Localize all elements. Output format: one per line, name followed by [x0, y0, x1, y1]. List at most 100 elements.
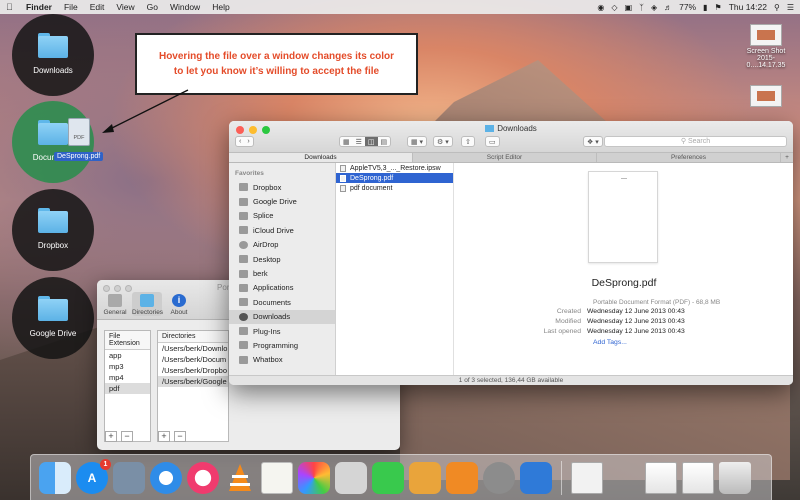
notification-center-icon[interactable]: ☰: [787, 3, 794, 12]
list-view-button[interactable]: ☰: [353, 138, 365, 146]
sidebar-item-icloud-drive[interactable]: iCloud Drive: [229, 223, 335, 237]
screenshot-stack-dock-icon[interactable]: [645, 461, 677, 494]
sidebar-item-downloads[interactable]: Downloads: [229, 309, 335, 324]
tab-downloads[interactable]: Downloads: [229, 153, 413, 162]
tab-about[interactable]: i About: [164, 292, 194, 316]
add-directory-button[interactable]: +: [158, 431, 170, 442]
applications-stack-dock-icon[interactable]: [608, 462, 640, 494]
itunes-dock-icon[interactable]: [187, 461, 219, 494]
icon-view-button[interactable]: ▦: [340, 138, 353, 146]
app-store-dock-icon[interactable]: A1: [76, 458, 111, 494]
list-item[interactable]: /Users/berk/Docum: [158, 354, 228, 365]
sidebar-item-desktop[interactable]: Desktop: [229, 252, 335, 266]
tab-general[interactable]: General: [100, 292, 130, 316]
list-item[interactable]: mp4: [105, 372, 150, 383]
add-tags-link[interactable]: Add Tags...: [593, 339, 627, 346]
photos-dock-icon[interactable]: [298, 461, 330, 494]
display-icon[interactable]: ▣: [625, 3, 633, 12]
sidebar-item-applications[interactable]: Applications: [229, 281, 335, 295]
downloads-stack-dock-icon[interactable]: [682, 461, 714, 494]
tab-directories[interactable]: Directories: [132, 292, 163, 316]
script-editor-dock-icon[interactable]: [335, 461, 367, 494]
menu-app-name[interactable]: Finder: [26, 2, 52, 12]
close-button[interactable]: [103, 285, 110, 292]
sidebar-item-dropbox[interactable]: Dropbox: [229, 180, 335, 194]
record-icon[interactable]: ◉: [597, 3, 604, 12]
bluetooth-icon[interactable]: ᛉ: [639, 3, 644, 12]
pages-dock-icon[interactable]: [409, 461, 441, 494]
share-button[interactable]: ⇧: [461, 136, 475, 147]
system-preferences-dock-icon[interactable]: [483, 461, 515, 494]
sidebar-item-plug-ins[interactable]: Plug-Ins: [229, 324, 335, 338]
drop-target-label: Dropbox: [37, 240, 69, 250]
tab-preferences[interactable]: Preferences: [597, 153, 781, 162]
dragged-pdf-icon[interactable]: PDF: [68, 118, 90, 146]
battery-percent[interactable]: 77%: [679, 2, 696, 12]
file-row[interactable]: pdf document: [336, 183, 453, 193]
spotlight-icon[interactable]: ⚲: [774, 3, 780, 12]
volume-icon[interactable]: ♬: [664, 3, 672, 12]
cover-flow-button[interactable]: ▤: [378, 138, 391, 146]
wifi-icon[interactable]: ◈: [651, 3, 657, 12]
menu-go[interactable]: Go: [147, 2, 158, 12]
sidebar-item-google-drive[interactable]: Google Drive: [229, 194, 335, 208]
trash-dock-icon[interactable]: [719, 461, 751, 494]
minimize-button[interactable]: [114, 285, 121, 292]
flag-icon[interactable]: ⚑: [715, 3, 722, 12]
extensions-list[interactable]: File Extension app mp3 mp4 pdf: [104, 330, 151, 442]
arrange-button[interactable]: ▦ ▾: [407, 136, 428, 147]
new-tab-button[interactable]: +: [781, 153, 793, 162]
column-view-button[interactable]: ◫: [364, 137, 378, 146]
safari-dock-icon[interactable]: [150, 461, 182, 494]
file-row[interactable]: AppleTV5,3_..._Restore.ipsw: [336, 163, 453, 173]
pdf-preview-thumbnail[interactable]: [588, 171, 658, 263]
list-item[interactable]: mp3: [105, 361, 150, 372]
desktop-screenshot-file-2[interactable]: [738, 85, 794, 109]
sidebar-item-splice[interactable]: Splice: [229, 209, 335, 223]
remove-extension-button[interactable]: −: [121, 431, 133, 442]
sidebar-item-airdrop[interactable]: AirDrop: [229, 238, 335, 252]
remove-directory-button[interactable]: −: [174, 431, 186, 442]
menu-file[interactable]: File: [64, 2, 78, 12]
menu-window[interactable]: Window: [170, 2, 200, 12]
sidebar-item-documents[interactable]: Documents: [229, 295, 335, 309]
menu-help[interactable]: Help: [212, 2, 229, 12]
menu-view[interactable]: View: [116, 2, 134, 12]
list-item[interactable]: /Users/berk/Dropbo: [158, 365, 228, 376]
forward-button[interactable]: ›: [244, 138, 252, 145]
battery-icon[interactable]: ▮: [703, 3, 707, 12]
menu-edit[interactable]: Edit: [90, 2, 105, 12]
sidebar-item-programming[interactable]: Programming: [229, 338, 335, 352]
finder-dock-icon[interactable]: [39, 461, 71, 494]
list-item[interactable]: /Users/berk/Downlo: [158, 343, 228, 354]
ibooks-dock-icon[interactable]: [446, 461, 478, 494]
file-row[interactable]: DeSprong.pdf: [336, 173, 453, 183]
dropbox-toolbar-button[interactable]: ❖ ▾: [583, 136, 603, 147]
menu-clock[interactable]: Thu 14:22: [729, 2, 767, 12]
sidebar-item-berk[interactable]: berk: [229, 266, 335, 280]
desktop-screenshot-file[interactable]: Screen Shot 2015-0....14.17.35: [738, 24, 794, 69]
drop-target-downloads[interactable]: Downloads: [12, 14, 94, 96]
back-button[interactable]: ‹: [236, 138, 244, 145]
list-item[interactable]: /Users/berk/Google: [158, 376, 228, 387]
apple-icon[interactable]: : [6, 2, 16, 12]
preview-dock-icon[interactable]: [113, 461, 145, 494]
facetime-dock-icon[interactable]: [372, 461, 404, 494]
list-item[interactable]: pdf: [105, 383, 150, 394]
document-stack-dock-icon[interactable]: [571, 461, 603, 494]
tags-button[interactable]: ▭: [485, 136, 500, 147]
vlc-dock-icon[interactable]: [224, 462, 256, 494]
textedit-dock-icon[interactable]: [261, 461, 293, 494]
list-item[interactable]: app: [105, 350, 150, 361]
dropbox-status-icon[interactable]: ◇: [611, 3, 617, 12]
sidebar-item-whatbox[interactable]: Whatbox: [229, 353, 335, 367]
drop-target-dropbox[interactable]: Dropbox: [12, 189, 94, 271]
tab-script-editor[interactable]: Script Editor: [413, 153, 597, 162]
drop-target-google-drive[interactable]: Google Drive: [12, 277, 94, 359]
search-input[interactable]: ⚲ Search: [604, 136, 787, 147]
add-extension-button[interactable]: +: [105, 431, 117, 442]
action-button[interactable]: ⚙ ▾: [433, 136, 453, 147]
directories-list[interactable]: Directories /Users/berk/Downlo /Users/be…: [157, 330, 229, 442]
xcode-dock-icon[interactable]: [520, 461, 552, 494]
zoom-button[interactable]: [125, 285, 132, 292]
